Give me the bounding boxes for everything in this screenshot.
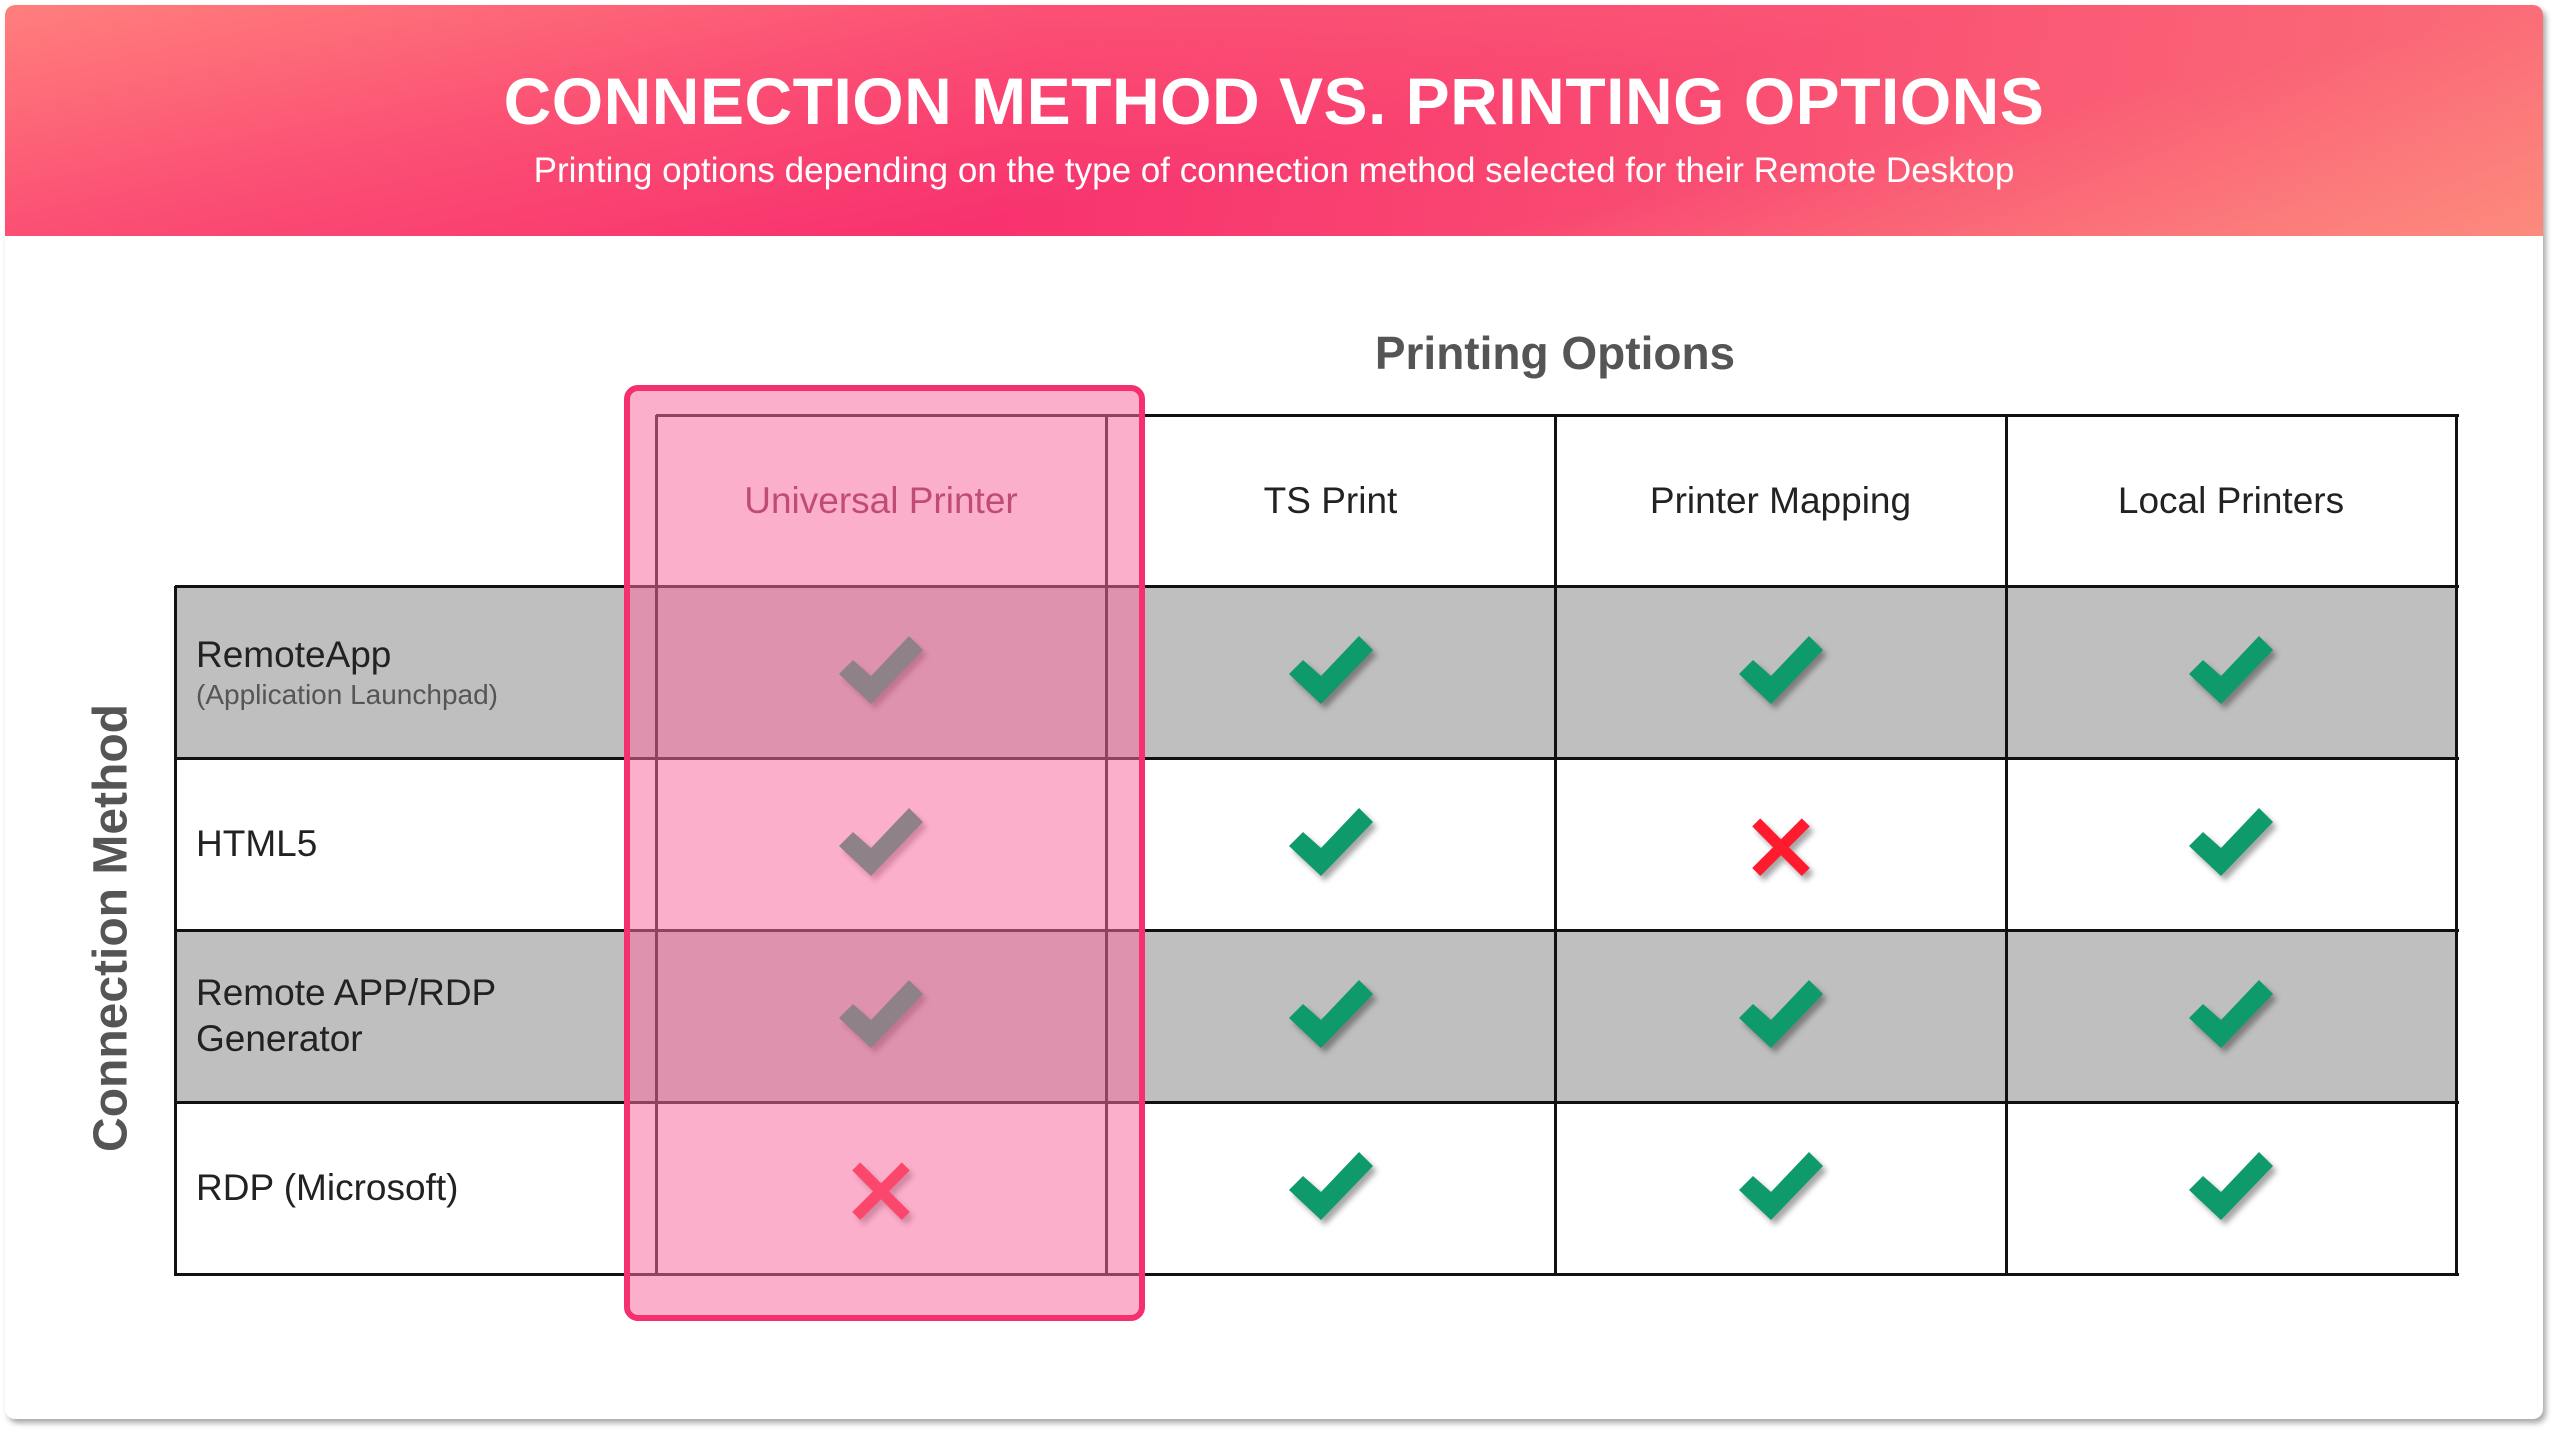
check-icon: [1721, 612, 1841, 732]
cross-icon: [821, 1128, 941, 1248]
row-label: Remote APP/RDP Generator: [196, 972, 496, 1059]
check-icon: [1721, 1128, 1841, 1248]
cross-icon: [1721, 784, 1841, 904]
column-header: Local Printers: [2117, 479, 2345, 521]
check-icon: [821, 784, 941, 904]
row-header: RemoteApp (Application Launchpad): [196, 586, 636, 758]
row-label: HTML5: [196, 823, 318, 864]
column-header: TS Print: [1263, 479, 1398, 521]
row-header: Remote APP/RDP Generator: [196, 930, 636, 1102]
comparison-table: Universal Printer TS Print Printer Mapping…: [0, 0, 2560, 1438]
check-icon: [1721, 956, 1841, 1076]
check-icon: [2171, 1128, 2291, 1248]
check-icon: [1271, 1128, 1391, 1248]
check-icon: [2171, 956, 2291, 1076]
check-icon: [1271, 956, 1391, 1076]
row-header: HTML5: [196, 758, 636, 930]
row-sublabel: (Application Launchpad): [196, 679, 498, 710]
check-icon: [821, 956, 941, 1076]
check-icon: [1271, 784, 1391, 904]
row-label: RemoteApp: [196, 634, 392, 675]
check-icon: [2171, 784, 2291, 904]
row-label: RDP (Microsoft): [196, 1167, 459, 1208]
check-icon: [821, 612, 941, 732]
table-left-border: [174, 586, 177, 1276]
column-header: Universal Printer: [744, 479, 1018, 521]
row-header: RDP (Microsoft): [196, 1102, 636, 1274]
check-icon: [2171, 612, 2291, 732]
column-header: Printer Mapping: [1649, 479, 1912, 521]
check-icon: [1271, 612, 1391, 732]
